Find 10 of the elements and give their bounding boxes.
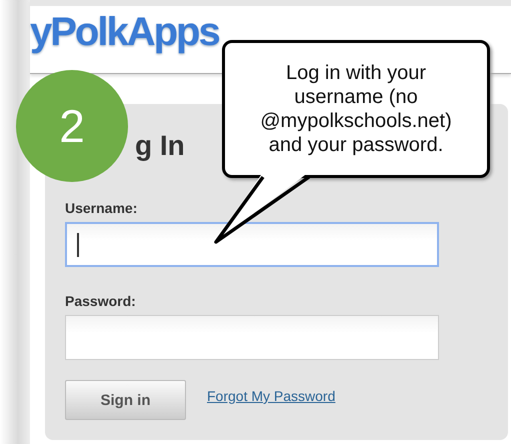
- input-field[interactable]: [65, 222, 439, 267]
- field-label: Password:: [65, 293, 137, 309]
- input-field[interactable]: [65, 315, 439, 360]
- login-heading: g In: [135, 130, 185, 162]
- callout-text: Log in with your username (no @mypolkschools.net) and your password.: [259, 61, 453, 157]
- logo: yPolkApps: [30, 10, 219, 55]
- field-label: Username:: [65, 200, 138, 216]
- forgot-password-link[interactable]: Forgot My Password: [207, 388, 336, 404]
- text-cursor: [77, 232, 78, 256]
- sign-in-button[interactable]: Sign in: [65, 380, 186, 420]
